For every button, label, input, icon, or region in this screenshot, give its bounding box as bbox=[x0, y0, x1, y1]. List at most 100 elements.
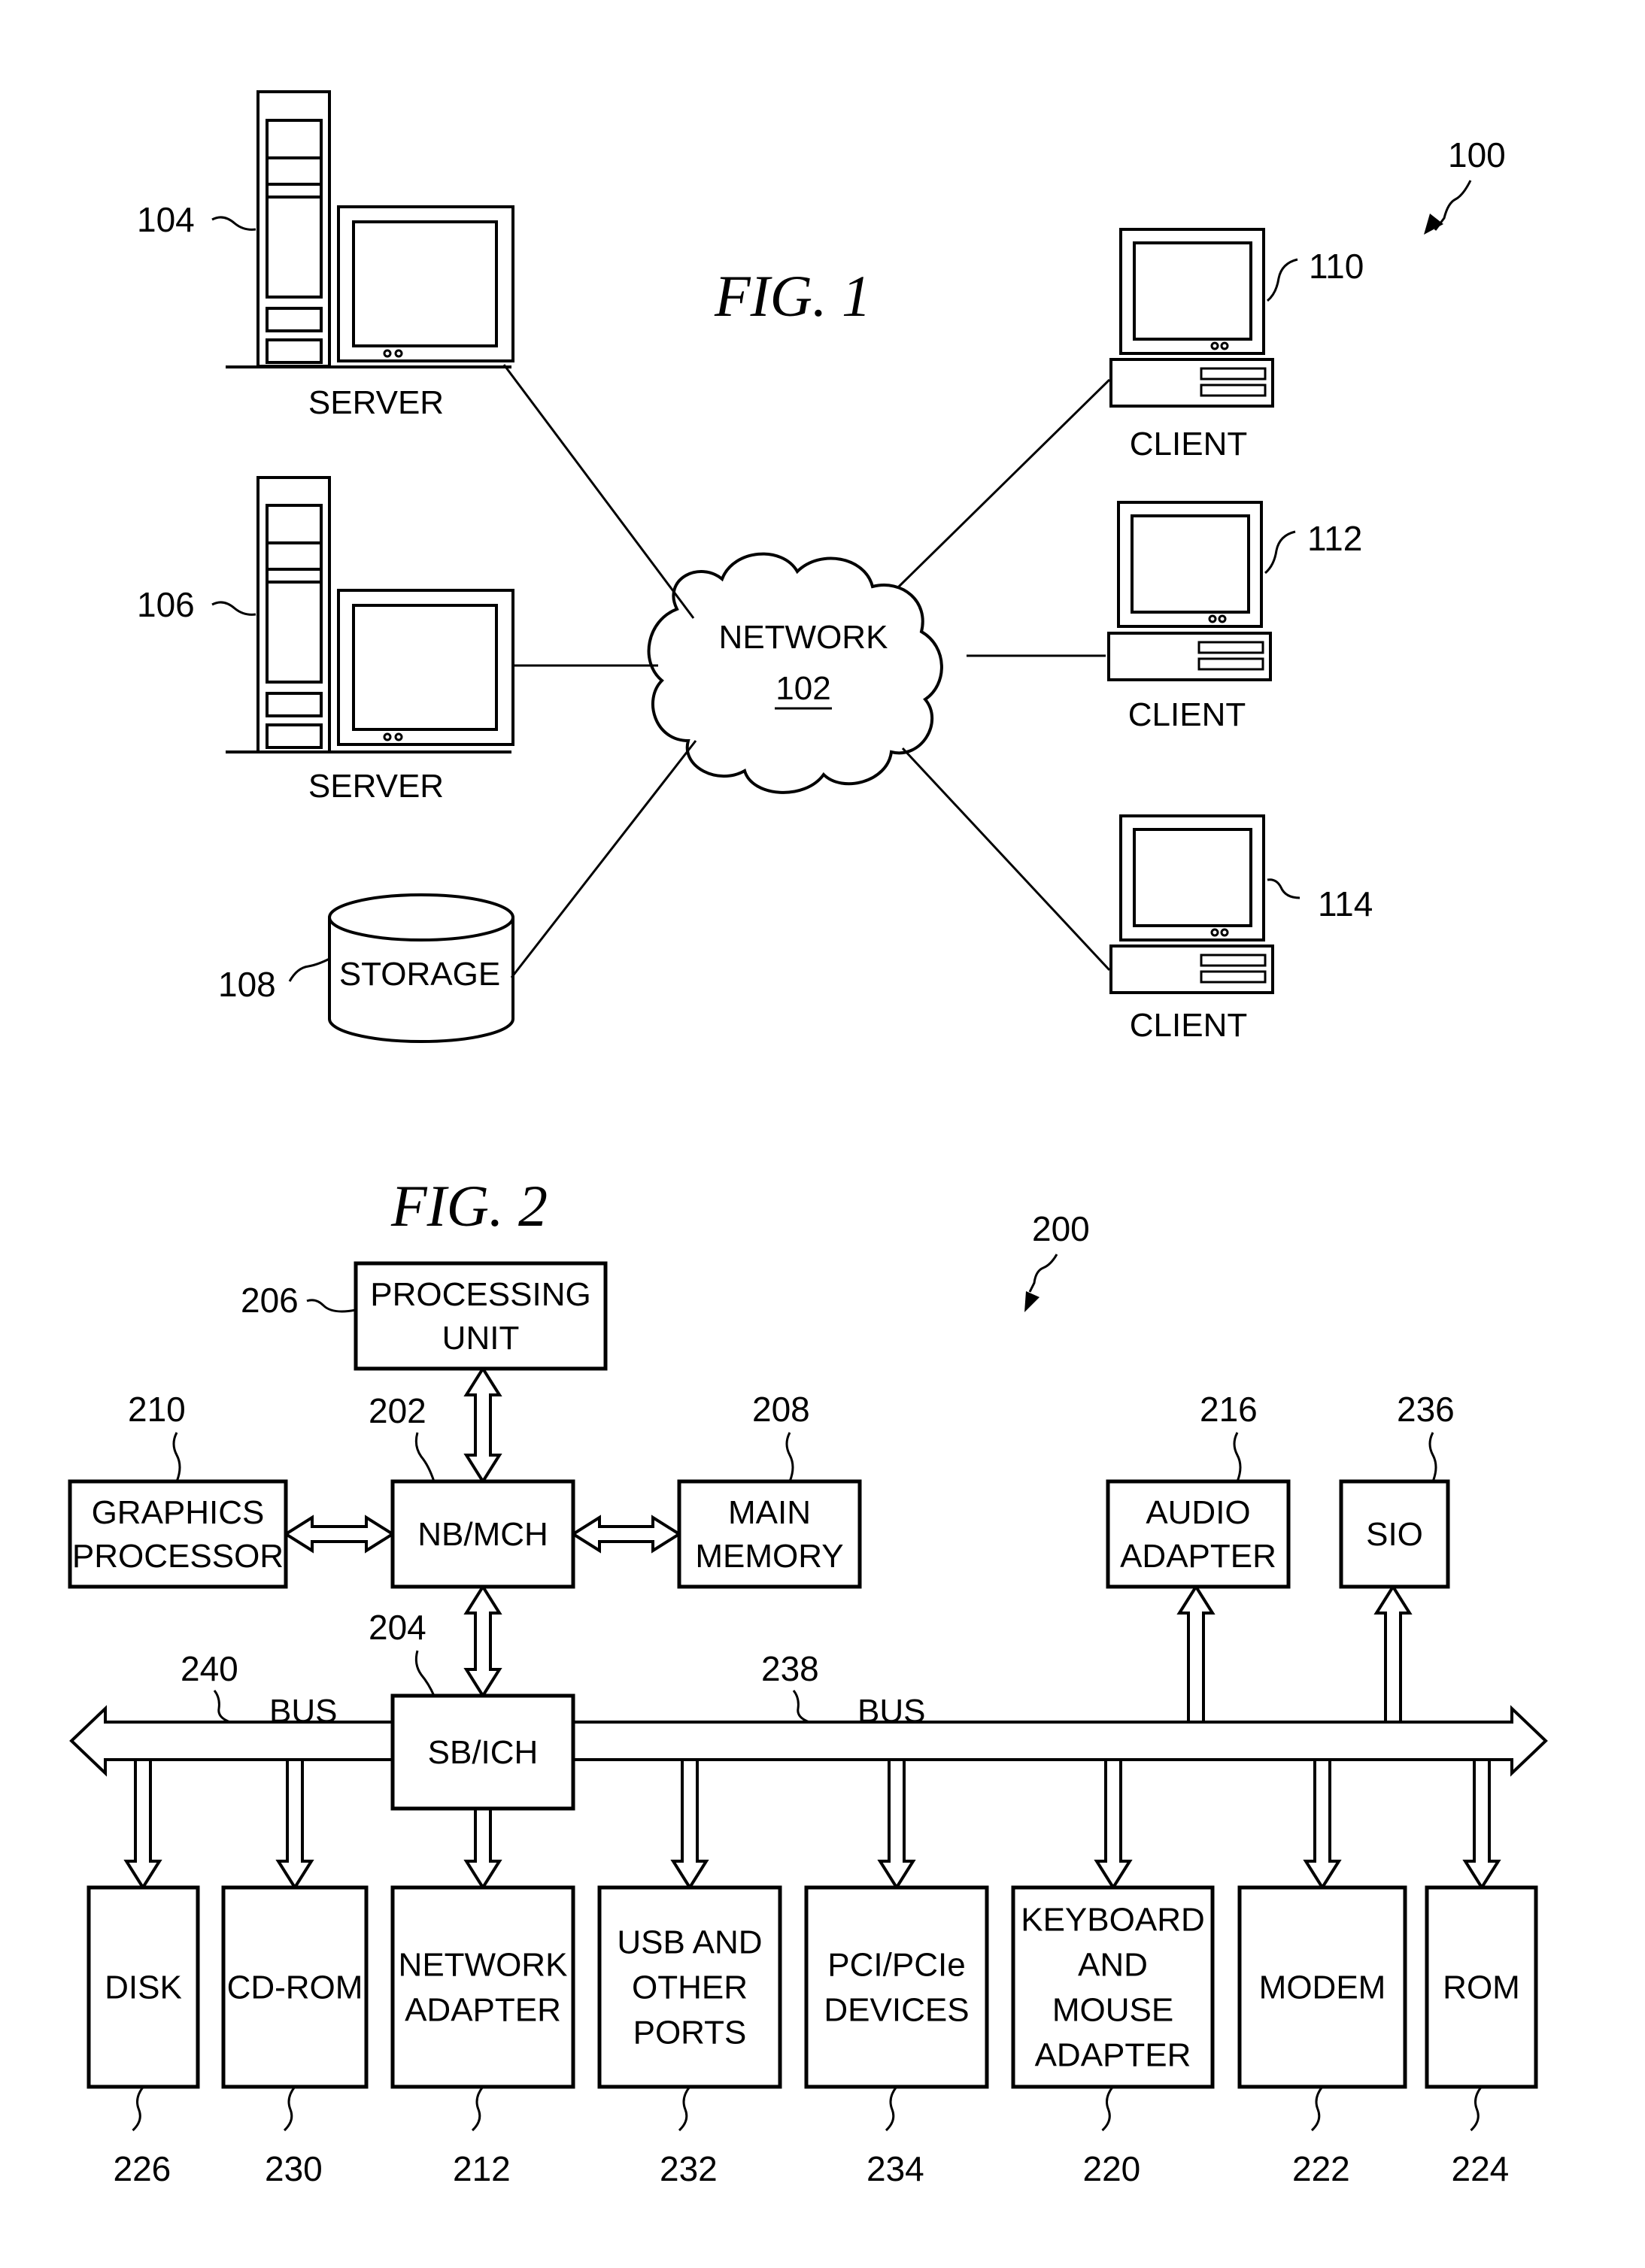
link-client-110 bbox=[897, 378, 1111, 588]
graphics-label-line: GRAPHICS bbox=[92, 1494, 265, 1531]
client-110-label: CLIENT bbox=[1130, 426, 1247, 462]
sio: SIO 236 bbox=[1339, 1390, 1455, 1589]
device-label-line: MODEM bbox=[1259, 1969, 1386, 2006]
nb-mch-leader bbox=[414, 1432, 436, 1482]
server-104-ref: 104 bbox=[137, 200, 195, 239]
main-memory-leader bbox=[785, 1432, 794, 1482]
nb-mch-ref: 202 bbox=[369, 1391, 426, 1430]
link-bus-device-226 bbox=[123, 1758, 162, 1891]
fig2-ref-label: 200 bbox=[1032, 1209, 1090, 1248]
device-232: USB AND OTHER PORTS 232 bbox=[597, 1885, 782, 2188]
bus-238-leader bbox=[792, 1690, 810, 1724]
client-112: 112 CLIENT bbox=[1107, 501, 1362, 733]
link-nb-mch-main-memory bbox=[570, 1515, 682, 1554]
client-110: 110 CLIENT bbox=[1109, 228, 1364, 462]
device-230: CD-ROM 230 bbox=[221, 1885, 369, 2188]
sio-ref: 236 bbox=[1397, 1390, 1455, 1429]
device-box bbox=[804, 1885, 989, 2089]
desktop-computer-icon bbox=[1107, 501, 1272, 681]
sio-label-line: SIO bbox=[1366, 1516, 1423, 1553]
device-label-line: DISK bbox=[105, 1969, 182, 2006]
audio-ref: 216 bbox=[1200, 1390, 1258, 1429]
server-tower-icon bbox=[226, 90, 511, 368]
device-ref: 222 bbox=[1292, 2149, 1350, 2188]
graphics-leader bbox=[172, 1432, 181, 1482]
fig1-ref-label: 100 bbox=[1448, 135, 1506, 174]
link-bus-device-220 bbox=[1094, 1758, 1133, 1891]
device-ref: 224 bbox=[1452, 2149, 1510, 2188]
client-110-leader bbox=[1267, 258, 1298, 302]
device-label-line: AND bbox=[1078, 1947, 1148, 1984]
device-leader bbox=[1310, 2086, 1324, 2132]
network-ref: 102 bbox=[775, 670, 830, 707]
client-110-ref: 110 bbox=[1309, 247, 1364, 286]
link-bus-device-234 bbox=[877, 1758, 916, 1891]
nb-mch-label-line: NB/MCH bbox=[417, 1516, 548, 1553]
device-222: MODEM 222 bbox=[1237, 1885, 1407, 2188]
audio: AUDIO ADAPTER 216 bbox=[1106, 1390, 1291, 1589]
bus-238-ref: 238 bbox=[761, 1649, 819, 1688]
server-106-ref: 106 bbox=[137, 585, 195, 624]
device-box bbox=[390, 1885, 575, 2089]
device-ref: 220 bbox=[1083, 2149, 1141, 2188]
link-nb-mch-sb-ich bbox=[463, 1584, 502, 1699]
server-106-leader bbox=[211, 601, 256, 616]
device-label-line: ADAPTER bbox=[405, 1992, 561, 2029]
link-bus-audio-adapter bbox=[1176, 1584, 1216, 1724]
link-bus-sio bbox=[1373, 1584, 1413, 1724]
device-label-line: CD-ROM bbox=[227, 1969, 363, 2006]
device-leader bbox=[885, 2086, 898, 2132]
server-104: 104 SERVER bbox=[137, 90, 514, 421]
fig1-title: FIG. 1 bbox=[714, 263, 871, 329]
server-106-label: SERVER bbox=[308, 768, 444, 805]
link-processing-unit-nb-mch bbox=[463, 1366, 502, 1484]
audio-label-line: ADAPTER bbox=[1120, 1538, 1276, 1575]
bus-238-label: BUS bbox=[857, 1693, 925, 1730]
server-tower-icon bbox=[226, 476, 511, 753]
audio-leader bbox=[1233, 1432, 1242, 1482]
main-memory-label-line: MAIN bbox=[728, 1494, 811, 1531]
graphics-ref: 210 bbox=[128, 1390, 186, 1429]
vertical-links bbox=[123, 1366, 1501, 1891]
link-server-104 bbox=[502, 364, 695, 619]
client-114-label: CLIENT bbox=[1130, 1007, 1247, 1044]
device-label-line: PORTS bbox=[633, 2015, 747, 2051]
device-label-line: KEYBOARD bbox=[1021, 1902, 1205, 1939]
bus-240-label: BUS bbox=[269, 1693, 337, 1730]
nb-mch: NB/MCH 202 bbox=[369, 1391, 575, 1589]
device-234: PCI/PCIe DEVICES 234 bbox=[804, 1885, 989, 2188]
storage-108: 108 STORAGE bbox=[218, 893, 514, 1043]
device-leader bbox=[283, 2086, 296, 2132]
device-label-line: OTHER bbox=[632, 1969, 748, 2006]
bus-240-ref: 240 bbox=[181, 1649, 238, 1688]
sb-ich-leader bbox=[414, 1650, 436, 1696]
device-label-line: DEVICES bbox=[824, 1992, 969, 2029]
link-graphics-nb-mch bbox=[283, 1515, 396, 1554]
device-212: NETWORK ADAPTER 212 bbox=[390, 1885, 575, 2188]
device-label-line: ADAPTER bbox=[1035, 2037, 1191, 2074]
link-bus-device-224 bbox=[1462, 1758, 1501, 1891]
fig2-title: FIG. 2 bbox=[390, 1173, 548, 1239]
monitor-icon bbox=[337, 589, 514, 746]
monitor-icon bbox=[337, 205, 514, 362]
desktop-computer-icon bbox=[1109, 228, 1274, 408]
sb-ich-ref: 204 bbox=[369, 1608, 426, 1647]
device-ref: 234 bbox=[867, 2149, 924, 2188]
client-114-ref: 114 bbox=[1318, 884, 1373, 923]
storage-label: STORAGE bbox=[339, 956, 500, 993]
device-ref: 226 bbox=[114, 2149, 171, 2188]
device-leader bbox=[678, 2086, 691, 2132]
client-112-leader bbox=[1264, 530, 1296, 575]
processing-unit-label-line: UNIT bbox=[442, 1320, 520, 1357]
link-client-114 bbox=[901, 747, 1111, 972]
device-ref: 230 bbox=[265, 2149, 323, 2188]
server-106: 106 SERVER bbox=[137, 476, 514, 805]
main-memory-label-line: MEMORY bbox=[695, 1538, 843, 1575]
device-226: DISK 226 bbox=[86, 1885, 200, 2188]
device-label-line: NETWORK bbox=[399, 1947, 568, 1984]
network-label: NETWORK bbox=[719, 619, 888, 656]
bus-240 bbox=[69, 1705, 396, 1777]
sio-leader bbox=[1428, 1432, 1437, 1482]
link-bus-device-232 bbox=[670, 1758, 709, 1891]
storage-leader bbox=[288, 957, 330, 982]
